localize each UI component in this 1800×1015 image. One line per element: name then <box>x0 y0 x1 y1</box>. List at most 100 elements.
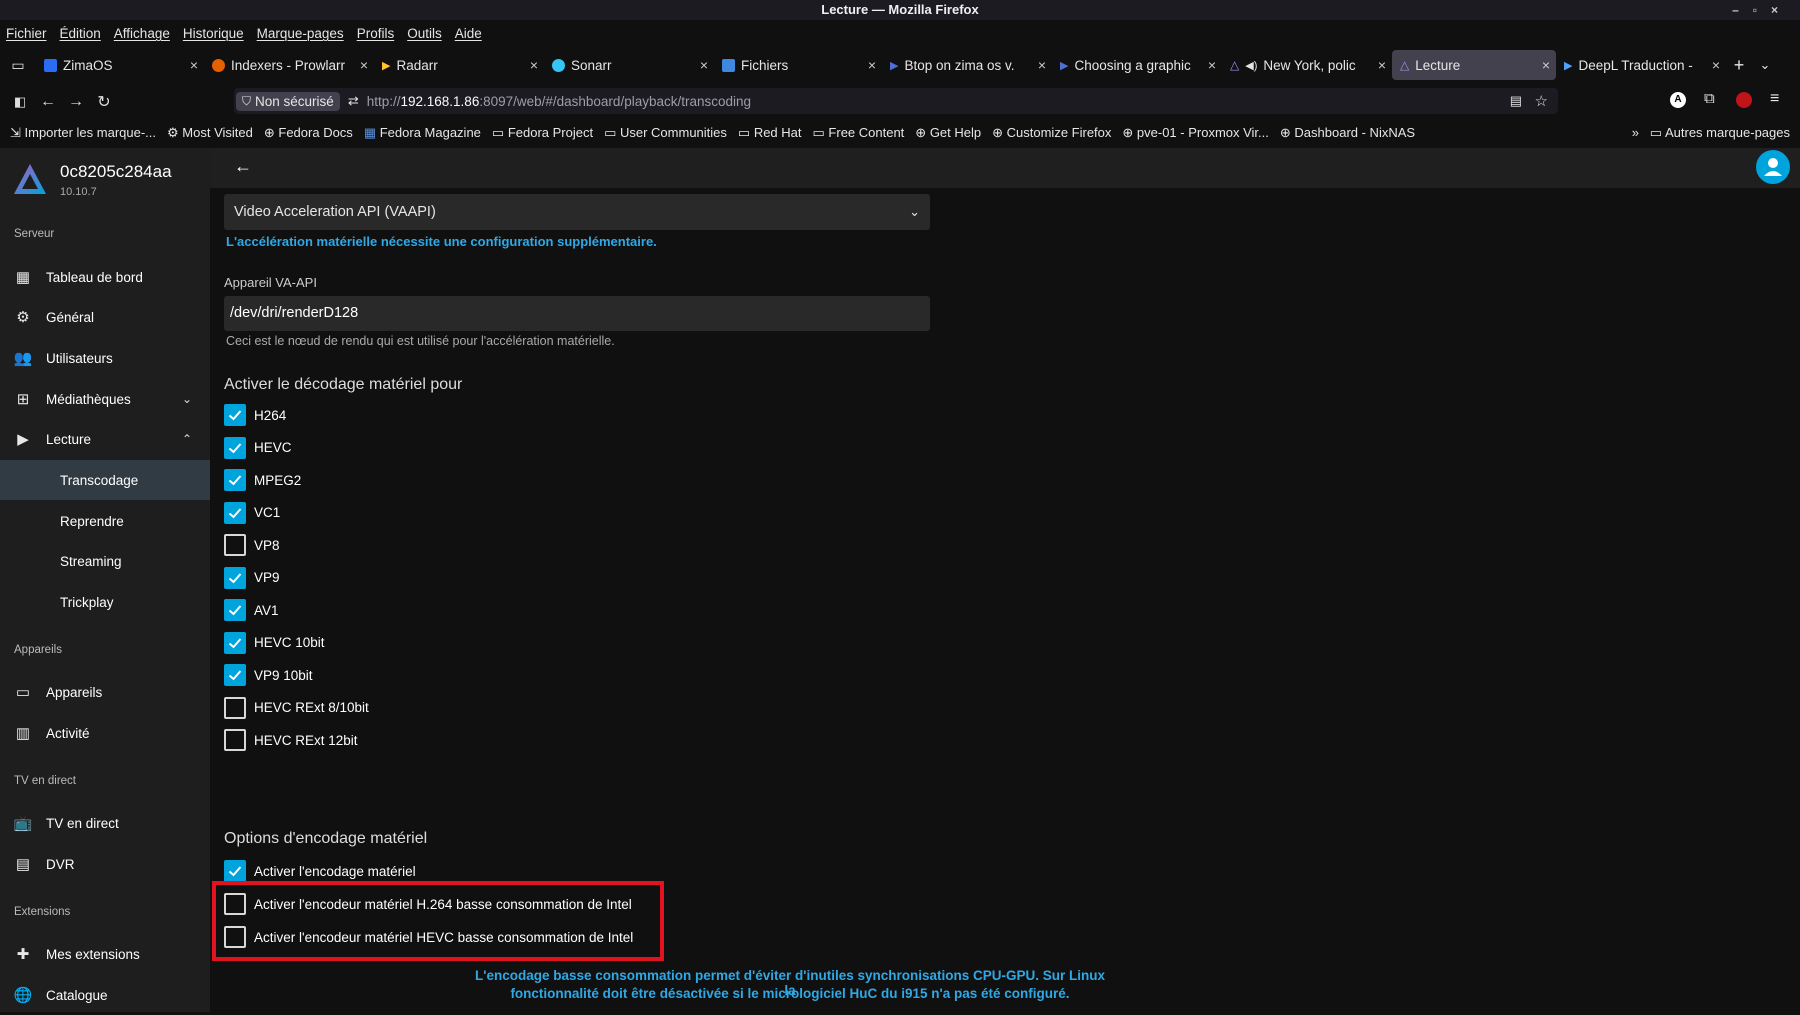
new-tab-icon[interactable]: + <box>1726 55 1752 76</box>
not-secure-badge[interactable]: ⛉ Non sécurisé <box>236 91 340 111</box>
speaker-icon[interactable]: ◀) <box>1245 59 1257 72</box>
sidebar-item-my-plugins[interactable]: ✚ Mes extensions <box>0 934 210 974</box>
account-icon[interactable]: A <box>1670 92 1686 108</box>
sidebar-item-users[interactable]: 👥 Utilisateurs <box>0 338 210 378</box>
menu-help[interactable]: Aide <box>455 22 482 46</box>
menu-view[interactable]: Affichage <box>114 22 170 46</box>
sidebar-subitem-resume[interactable]: Reprendre <box>0 501 210 541</box>
bookmark-customize-firefox[interactable]: ⊕ Customize Firefox <box>992 125 1111 141</box>
checkbox-checked[interactable] <box>224 664 246 686</box>
codec-checkbox-vp9[interactable]: VP9 <box>224 564 280 592</box>
close-tab-icon[interactable]: × <box>1712 57 1720 73</box>
url-bar[interactable]: ⛉ Non sécurisé ⇄ http://192.168.1.86:809… <box>234 88 1558 114</box>
tab-sonarr[interactable]: Sonarr × <box>544 50 714 80</box>
checkbox-checked[interactable] <box>224 566 246 589</box>
close-tab-icon[interactable]: × <box>190 57 198 73</box>
back-arrow-icon[interactable]: ← <box>34 93 62 111</box>
close-tab-icon[interactable]: × <box>530 57 538 73</box>
sidebar-subitem-streaming[interactable]: Streaming <box>0 541 210 581</box>
checkbox-checked[interactable] <box>224 599 246 621</box>
sidebar-item-playback[interactable]: ▶ Lecture ⌃ <box>0 419 210 459</box>
tab-overview-icon[interactable]: ▭ <box>0 57 36 74</box>
sidebar-item-activity[interactable]: ▥ Activité <box>0 713 210 753</box>
forward-arrow-icon[interactable]: → <box>62 93 90 111</box>
bookmark-pve[interactable]: ⊕ pve-01 - Proxmox Vir... <box>1122 125 1269 141</box>
permissions-icon[interactable]: ⇄ <box>348 93 359 109</box>
menu-edit[interactable]: Édition <box>60 22 101 46</box>
bookmark-star-icon[interactable]: ☆ <box>1535 92 1548 110</box>
server-brand[interactable]: 0c8205c284aa 10.10.7 <box>12 162 172 198</box>
sidebar-item-devices[interactable]: ▭ Appareils <box>0 672 210 712</box>
other-bookmarks[interactable]: » ▭ Autres marque-pages <box>1632 122 1790 144</box>
sidebar-item-catalog[interactable]: 🌐 Catalogue <box>0 975 210 1015</box>
menu-bookmarks[interactable]: Marque-pages <box>257 22 344 46</box>
menu-history[interactable]: Historique <box>183 22 244 46</box>
bookmark-fedora-magazine[interactable]: ▦ Fedora Magazine <box>364 125 481 141</box>
ublock-icon[interactable] <box>1736 92 1752 108</box>
codec-checkbox-h264[interactable]: H264 <box>224 401 286 429</box>
close-tab-icon[interactable]: × <box>868 57 876 73</box>
close-tab-icon[interactable]: × <box>360 57 368 73</box>
checkbox-checked[interactable] <box>224 469 246 491</box>
tab-deepl[interactable]: ▶ DeepL Traduction - × <box>1556 50 1726 80</box>
reload-icon[interactable]: ↻ <box>90 92 118 112</box>
codec-checkbox-av1[interactable]: AV1 <box>224 596 279 624</box>
codec-checkbox-hevc-rext-8-10bit[interactable]: HEVC RExt 8/10bit <box>224 694 369 722</box>
bookmark-most-visited[interactable]: ⚙ Most Visited <box>167 125 253 141</box>
checkbox-checked[interactable] <box>224 860 246 882</box>
close-tab-icon[interactable]: × <box>1038 57 1046 73</box>
bookmark-import[interactable]: ⇲ Importer les marque-... <box>10 125 156 141</box>
tab-fichiers[interactable]: Fichiers × <box>714 50 882 80</box>
close-tab-icon[interactable]: × <box>1208 57 1216 73</box>
checkbox-checked[interactable] <box>224 436 246 459</box>
tab-choosing-graphic[interactable]: ▶ Choosing a graphic × <box>1052 50 1222 80</box>
hw-accel-config-link[interactable]: L'accélération matérielle nécessite une … <box>226 234 657 249</box>
codec-checkbox-vp9-10bit[interactable]: VP9 10bit <box>224 661 313 689</box>
tab-lecture[interactable]: △ Lecture × <box>1392 50 1556 80</box>
menu-file[interactable]: Fichier <box>6 22 47 46</box>
checkbox-checked[interactable] <box>224 501 246 524</box>
tab-zimaos[interactable]: ZimaOS × <box>36 50 204 80</box>
sidebar-subitem-transcoding[interactable]: Transcodage <box>0 460 210 500</box>
bookmark-fedora-docs[interactable]: ⊕ Fedora Docs <box>264 125 353 141</box>
checkbox-checked[interactable] <box>224 631 246 654</box>
codec-checkbox-vc1[interactable]: VC1 <box>224 499 280 527</box>
bookmark-red-hat[interactable]: ▭ Red Hat <box>738 125 802 141</box>
checkbox-unchecked[interactable] <box>224 729 246 751</box>
list-tabs-chevron-icon[interactable]: ⌄ <box>1752 57 1778 73</box>
bookmark-user-communities[interactable]: ▭ User Communities <box>604 125 727 141</box>
menu-tools[interactable]: Outils <box>407 22 442 46</box>
tab-prowlarr[interactable]: Indexers - Prowlarr × <box>204 50 374 80</box>
window-controls[interactable]: –▫× <box>1732 0 1792 20</box>
user-avatar[interactable] <box>1756 150 1790 184</box>
menu-profiles[interactable]: Profils <box>357 22 395 46</box>
checkbox-unchecked[interactable] <box>224 534 246 556</box>
codec-checkbox-hevc-10bit[interactable]: HEVC 10bit <box>224 629 325 657</box>
bookmark-fedora-project[interactable]: ▭ Fedora Project <box>492 125 593 141</box>
close-tab-icon[interactable]: × <box>1542 57 1550 73</box>
sidebar-toggle-icon[interactable]: ◧ <box>6 94 34 110</box>
tab-btop[interactable]: ▶ Btop on zima os v. × <box>882 50 1052 80</box>
sidebar-item-libraries[interactable]: ⊞ Médiathèques ⌄ <box>0 379 210 419</box>
codec-checkbox-mpeg2[interactable]: MPEG2 <box>224 466 301 494</box>
extensions-icon[interactable]: ⧉ <box>1704 90 1715 107</box>
bookmark-free-content[interactable]: ▭ Free Content <box>813 125 905 141</box>
codec-checkbox-hevc-rext-12bit[interactable]: HEVC RExt 12bit <box>224 726 358 754</box>
sidebar-item-dvr[interactable]: ▤ DVR <box>0 844 210 884</box>
sidebar-item-general[interactable]: ⚙ Général <box>0 297 210 337</box>
codec-checkbox-hevc[interactable]: HEVC <box>224 434 292 462</box>
checkbox-checked[interactable] <box>224 404 246 426</box>
checkbox-unchecked[interactable] <box>224 696 246 719</box>
close-tab-icon[interactable]: × <box>1378 57 1386 73</box>
hamburger-menu-icon[interactable]: ≡ <box>1770 90 1779 108</box>
hw-accel-select[interactable]: Video Acceleration API (VAAPI) ⌄ <box>224 194 930 230</box>
close-tab-icon[interactable]: × <box>700 57 708 73</box>
tab-radarr[interactable]: ▶ Radarr × <box>374 50 544 80</box>
bookmark-nixnas[interactable]: ⊕ Dashboard - NixNAS <box>1280 125 1415 141</box>
codec-checkbox-vp8[interactable]: VP8 <box>224 531 280 559</box>
sidebar-item-dashboard[interactable]: ▦ Tableau de bord <box>0 257 210 297</box>
vaapi-device-input[interactable]: /dev/dri/renderD128 <box>224 296 930 331</box>
back-arrow-icon[interactable]: ← <box>234 156 252 177</box>
sidebar-item-livetv[interactable]: 📺 TV en direct <box>0 803 210 843</box>
reader-view-icon[interactable]: ▤ <box>1510 93 1522 109</box>
